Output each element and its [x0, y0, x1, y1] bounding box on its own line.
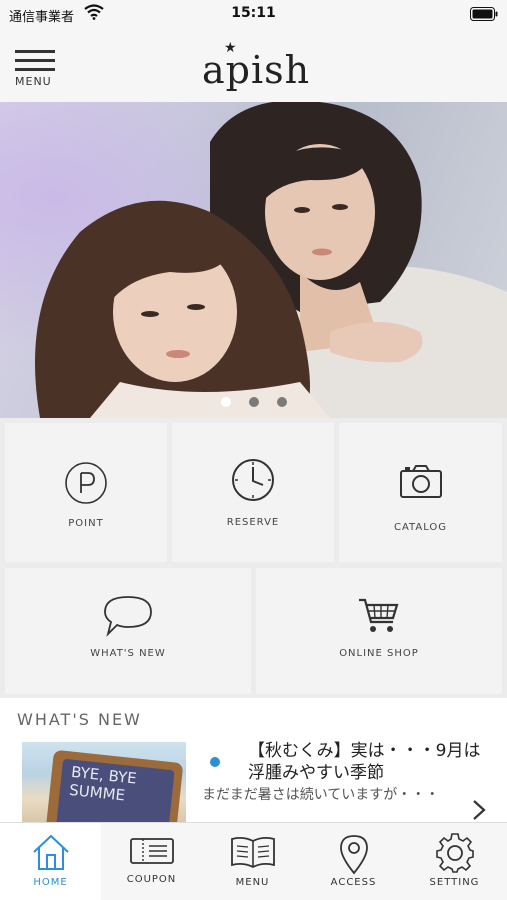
- camera-icon: [399, 465, 442, 498]
- tile-reserve-label: RESERVE: [226, 517, 280, 528]
- tab-coupon[interactable]: COUPON: [101, 823, 202, 900]
- tab-menu[interactable]: MENU: [202, 823, 303, 900]
- feature-grid: POINT RESERVE CATALOG WHAT'S NEW ONLINE …: [0, 418, 507, 698]
- tab-home-label: HOME: [33, 877, 68, 888]
- app-header: MENU ★ apish: [0, 30, 507, 102]
- brand-logo[interactable]: ★ apish: [198, 40, 318, 96]
- clock-icon: [232, 459, 274, 501]
- menu-button[interactable]: MENU: [15, 48, 57, 92]
- tile-online-shop[interactable]: ONLINE SHOP: [256, 568, 502, 694]
- map-pin-icon: [339, 835, 368, 875]
- news-list-item[interactable]: BYE, BYE SUMME 【秋むくみ】実は・・・9月は浮腫みやすい季節 まだ…: [0, 738, 507, 822]
- battery-icon: [470, 7, 498, 21]
- hero-banner[interactable]: [0, 102, 507, 418]
- tile-whats-new[interactable]: WHAT'S NEW: [5, 568, 251, 694]
- unread-indicator: [210, 757, 220, 767]
- tab-access-label: ACCESS: [330, 877, 377, 888]
- point-icon: [65, 462, 107, 504]
- hero-photo: [0, 102, 507, 418]
- news-thumbnail: BYE, BYE SUMME: [22, 742, 186, 822]
- whats-new-heading: WHAT'S NEW: [17, 710, 142, 729]
- menu-label: MENU: [15, 75, 52, 88]
- carousel-indicator[interactable]: [0, 397, 507, 409]
- tab-home[interactable]: HOME: [0, 823, 101, 900]
- tab-coupon-label: COUPON: [126, 874, 177, 885]
- home-icon: [32, 834, 69, 870]
- chevron-right-icon[interactable]: [470, 798, 488, 822]
- tile-point-label: POINT: [68, 518, 104, 529]
- tile-online-shop-label: ONLINE SHOP: [339, 648, 419, 659]
- carousel-dot[interactable]: [249, 397, 259, 407]
- carousel-dot[interactable]: [277, 397, 287, 407]
- news-title: 【秋むくみ】実は・・・9月は浮腫みやすい季節: [248, 741, 481, 783]
- tile-whats-new-label: WHAT'S NEW: [90, 648, 166, 659]
- clock: 15:11: [231, 5, 276, 21]
- hamburger-icon: [15, 50, 55, 53]
- tab-setting[interactable]: SETTING: [404, 823, 505, 900]
- tile-point[interactable]: POINT: [5, 423, 167, 562]
- speech-bubble-icon: [104, 596, 152, 637]
- tile-catalog-label: CATALOG: [393, 522, 448, 533]
- ticket-icon: [129, 838, 174, 864]
- tab-menu-label: MENU: [235, 877, 270, 888]
- tile-catalog[interactable]: CATALOG: [339, 423, 502, 562]
- book-icon: [230, 836, 275, 869]
- news-excerpt: まだまだ暑さは続いていますが・・・: [202, 787, 440, 803]
- cart-icon: [359, 598, 399, 632]
- tab-setting-label: SETTING: [429, 877, 480, 888]
- status-bar: 通信事業者 15:11: [0, 0, 507, 30]
- gear-icon: [435, 833, 474, 873]
- tab-access[interactable]: ACCESS: [303, 823, 404, 900]
- carousel-dot-active[interactable]: [221, 397, 231, 407]
- tile-reserve[interactable]: RESERVE: [172, 423, 334, 562]
- logo-text: apish: [202, 48, 311, 92]
- bottom-tab-bar: HOME COUPON MENU ACCESS SETTING: [0, 822, 507, 900]
